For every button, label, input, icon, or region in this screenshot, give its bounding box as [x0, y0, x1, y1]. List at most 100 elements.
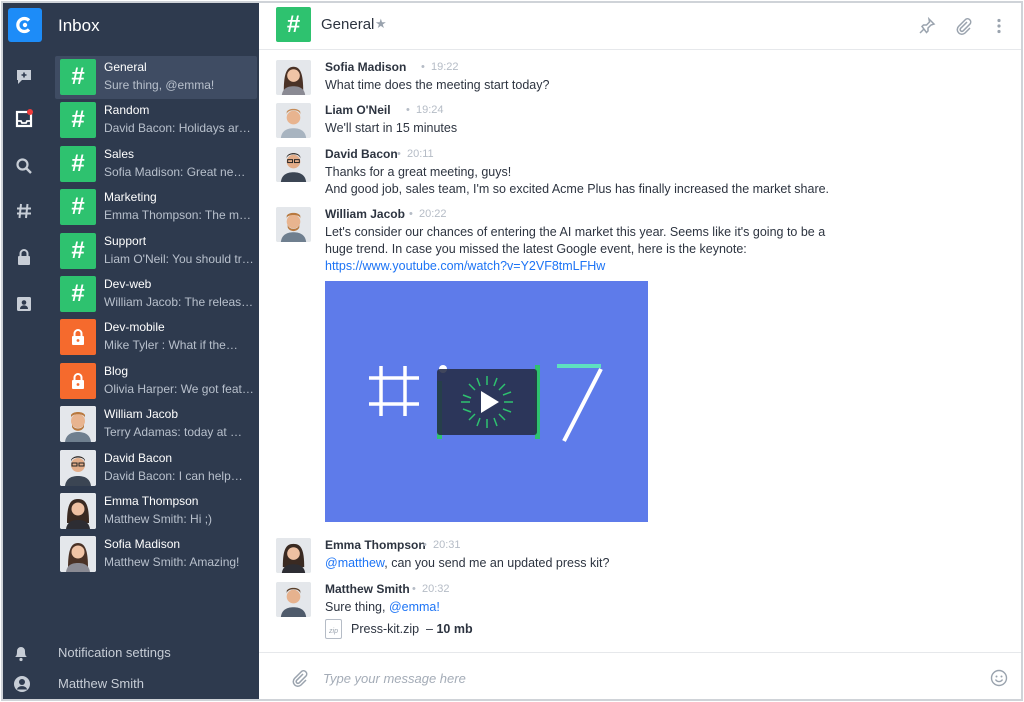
- channel-name: Dev-mobile: [104, 320, 165, 335]
- user-name: Matthew Smith: [58, 676, 144, 691]
- contacts-icon[interactable]: [13, 293, 35, 315]
- message-time: • 20:22: [409, 208, 447, 220]
- direct-item-william-jacob[interactable]: William Jacob Terry Adamas: today at …: [55, 403, 257, 446]
- channel-name: Random: [104, 103, 150, 118]
- app-logo-icon[interactable]: [8, 8, 42, 42]
- channel-preview: Liam O'Neil: You should try…: [104, 251, 254, 266]
- user-icon: [13, 675, 31, 693]
- chat-header: # General ★: [259, 3, 1021, 50]
- channel-title: General: [321, 16, 375, 33]
- message-time: • 20:32: [412, 583, 450, 595]
- message-author: Liam O'Neil: [325, 103, 391, 117]
- hashtag-icon: #: [60, 145, 96, 182]
- avatar: [276, 147, 311, 182]
- message-text: @matthew, can you send me an updated pre…: [325, 555, 845, 572]
- message-text: Let's consider our chances of entering t…: [325, 224, 845, 275]
- icon-rail: [3, 3, 47, 699]
- channel-item-general[interactable]: # General Sure thing, @emma!: [55, 56, 257, 100]
- lock-icon: [60, 362, 96, 399]
- avatar: [276, 538, 311, 573]
- message-line: And good job, sales team, I'm so excited…: [325, 182, 830, 196]
- inbox-icon[interactable]: [13, 108, 35, 130]
- channel-preview: Terry Adamas: today at …: [104, 425, 243, 440]
- channel-preview: Emma Thompson: The main…: [104, 208, 254, 223]
- channel-name: David Bacon: [104, 450, 173, 465]
- zip-file-icon: zip: [325, 619, 342, 639]
- channel-item-support[interactable]: # Support Liam O'Neil: You should try…: [55, 230, 257, 273]
- channel-preview: Mike Tyler : What if the…: [104, 338, 238, 353]
- message-text: Sure thing, @emma!: [325, 599, 845, 616]
- attachment-name: Press-kit.zip: [351, 622, 420, 636]
- bell-icon: [13, 644, 31, 662]
- app-window: Inbox # General Sure thing, @emma! # Ran…: [1, 1, 1023, 701]
- channel-item-dev-web[interactable]: # Dev-web William Jacob: The release…: [55, 273, 257, 316]
- time-value: 20:11: [406, 148, 434, 160]
- paperclip-icon[interactable]: [953, 15, 975, 37]
- hashtag-icon: #: [60, 102, 96, 139]
- message-author: Matthew Smith: [325, 582, 410, 596]
- play-icon: [461, 376, 513, 428]
- channel-preview: Olivia Harper: We got featur…: [104, 381, 254, 396]
- message-input[interactable]: [323, 667, 963, 689]
- hashtag-icon: #: [60, 275, 96, 312]
- attach-paperclip-icon[interactable]: [291, 669, 309, 687]
- channel-preview: William Jacob: The release…: [104, 294, 254, 309]
- more-vertical-icon[interactable]: [988, 15, 1010, 37]
- channel-name: William Jacob: [104, 407, 179, 422]
- pin-icon[interactable]: [916, 15, 938, 37]
- lock-icon[interactable]: [13, 246, 35, 268]
- avatar: [60, 406, 96, 443]
- message-time: • 19:24: [406, 104, 444, 116]
- channel-preview: David Bacon: I can help…: [104, 468, 243, 483]
- message-line: Thanks for a great meeting, guys!: [325, 165, 512, 179]
- message-text: We'll start in 15 minutes: [325, 121, 458, 135]
- time-value: 20:32: [421, 583, 450, 595]
- message-text-start: Sure thing,: [325, 600, 389, 614]
- channel-name: Emma Thompson: [104, 493, 199, 508]
- channel-name: Sofia Madison: [104, 537, 181, 552]
- direct-item-sofia-madison[interactable]: Sofia Madison Matthew Smith: Amazing!: [55, 533, 257, 576]
- message-author: Emma Thompson: [325, 538, 426, 552]
- lock-icon: [60, 319, 96, 356]
- play-button[interactable]: [437, 369, 537, 435]
- message-time: • 20:31: [423, 539, 461, 551]
- message-time: • 19:22: [421, 61, 459, 73]
- new-message-icon[interactable]: [13, 66, 35, 88]
- unread-dot: [27, 109, 33, 115]
- hashtag-icon: #: [276, 7, 311, 42]
- chat-main: # General ★ Sofia Madison • 19:22 What t…: [259, 3, 1021, 699]
- channel-preview: Sure thing, @emma!: [104, 78, 215, 92]
- direct-item-emma-thompson[interactable]: Emma Thompson Matthew Smith: Hi ;): [55, 490, 257, 533]
- time-value: 20:31: [432, 539, 461, 551]
- direct-item-david-bacon[interactable]: David Bacon David Bacon: I can help…: [55, 447, 257, 490]
- avatar: [60, 492, 96, 529]
- attachment-size: 10 mb: [436, 622, 473, 636]
- video-preview[interactable]: [325, 281, 648, 522]
- channel-name: Dev-web: [104, 276, 152, 291]
- attachment-label: Press-kit.zip – 10 mb: [351, 622, 473, 636]
- channel-name: General: [104, 60, 147, 74]
- emoji-icon[interactable]: [990, 669, 1008, 687]
- youtube-link[interactable]: https://www.youtube.com/watch?v=Y2VF8tmL…: [325, 258, 845, 275]
- avatar: [276, 103, 311, 138]
- channel-sidebar: Inbox # General Sure thing, @emma! # Ran…: [14, 3, 259, 699]
- notification-settings-label: Notification settings: [58, 645, 171, 660]
- channel-item-marketing[interactable]: # Marketing Emma Thompson: The main…: [55, 186, 257, 229]
- channel-preview: Sofia Madison: Great news…: [104, 164, 254, 179]
- mention-link[interactable]: @matthew: [325, 556, 384, 570]
- message-composer: [259, 652, 1021, 699]
- mention-link[interactable]: @emma!: [389, 600, 440, 614]
- time-value: 19:24: [415, 104, 444, 116]
- channel-item-random[interactable]: # Random David Bacon: Holidays are…: [55, 99, 257, 142]
- channel-item-dev-mobile[interactable]: Dev-mobile Mike Tyler : What if the…: [55, 316, 257, 359]
- message-author: David Bacon: [325, 147, 398, 161]
- channel-name: Sales: [104, 146, 135, 161]
- search-icon[interactable]: [13, 155, 35, 177]
- hashtag-icon[interactable]: [13, 200, 35, 222]
- star-icon[interactable]: ★: [375, 16, 387, 32]
- channel-preview: Matthew Smith: Hi ;): [104, 511, 213, 526]
- channel-item-sales[interactable]: # Sales Sofia Madison: Great news…: [55, 143, 257, 186]
- channel-list: # General Sure thing, @emma! # Random Da…: [55, 56, 257, 577]
- channel-item-blog[interactable]: Blog Olivia Harper: We got featur…: [55, 360, 257, 403]
- time-value: 20:22: [418, 208, 447, 220]
